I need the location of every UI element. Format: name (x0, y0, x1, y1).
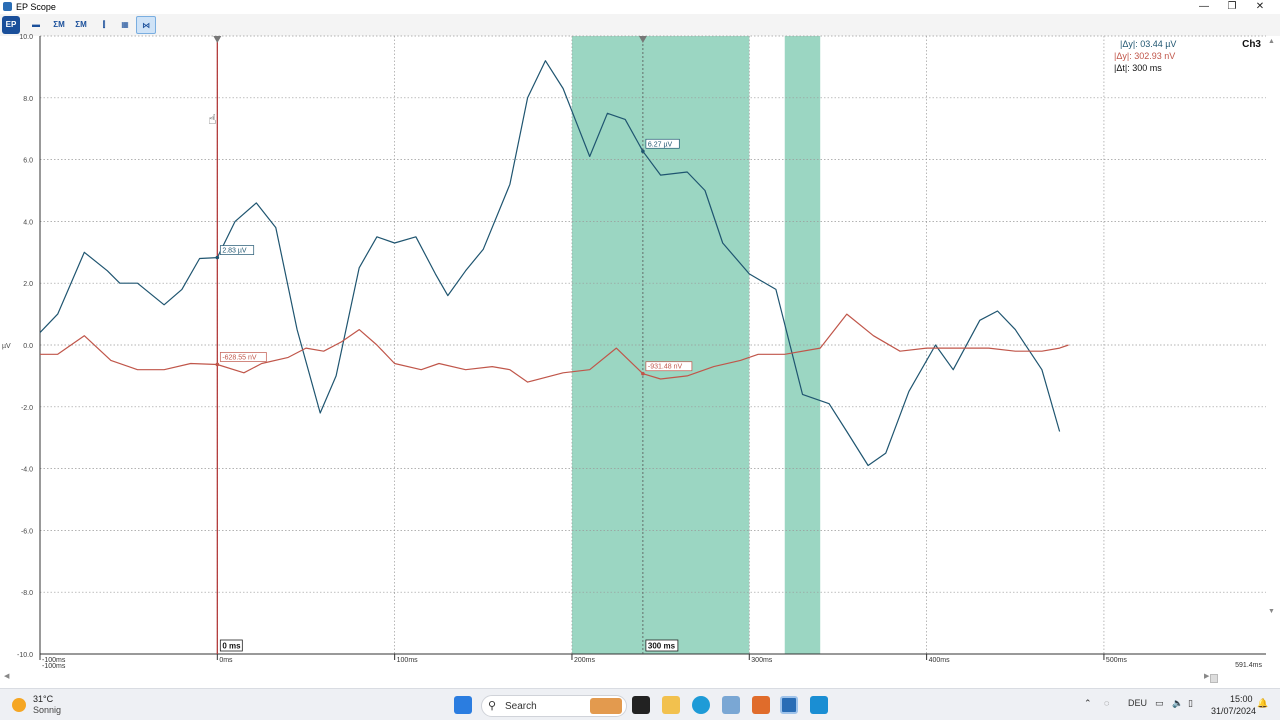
network-status-icon[interactable]: ◌ (1104, 698, 1109, 708)
y-tick-label: -4.0 (21, 467, 33, 474)
x-end-label: 591.4ms (1235, 662, 1262, 669)
x-tick-sublabel: -100ms (42, 663, 66, 670)
hand-pointer-icon: ☝ (208, 112, 217, 128)
y-tick-label: 8.0 (23, 96, 33, 103)
x-tick-label: 500ms (1106, 657, 1128, 664)
notepad-icon[interactable] (810, 696, 828, 714)
scroll-thumb[interactable] (1210, 674, 1218, 683)
ep-scope-taskbar-icon[interactable] (780, 696, 798, 714)
sun-icon[interactable] (12, 698, 26, 712)
y-tick-label: -6.0 (21, 528, 33, 535)
y-tick-label: 0.0 (23, 343, 33, 350)
y-tick-label: -8.0 (21, 590, 33, 597)
matlab-icon[interactable] (752, 696, 770, 714)
display-icon[interactable]: ▭ (1155, 698, 1164, 709)
ep-plot[interactable]: 10.0 8.0 6.0 4.0 2.0 0.0 -2.0 -4.0 -6.0 -8.0 -10.0… (0, 0, 1266, 672)
value-marker (215, 362, 220, 367)
search-input[interactable]: ⚲ Search (481, 695, 627, 717)
y-tick-label: 2.0 (23, 281, 33, 288)
task-view-icon[interactable] (632, 696, 650, 714)
x-tick-label: 200ms (574, 657, 596, 664)
vertical-scrollbar[interactable]: ▲ ▼ (1266, 36, 1280, 666)
x-tick-label: 400ms (929, 657, 951, 664)
scroll-right-icon[interactable]: ▶ (1204, 672, 1209, 680)
delta-y-ch1: |Δy|: 03.44 µV (1120, 39, 1176, 49)
value-label: 2.83 µV (222, 248, 247, 255)
language-indicator[interactable]: DEU (1128, 698, 1147, 708)
y-tick-label: 10.0 (19, 34, 33, 41)
notification-bell-icon[interactable]: 🔔 (1257, 698, 1268, 709)
search-icon: ⚲ (488, 700, 497, 712)
y-tick-label: -2.0 (21, 405, 33, 412)
value-marker (215, 255, 220, 260)
screenshot-tool-icon[interactable] (722, 696, 740, 714)
value-marker (641, 149, 645, 154)
series-line-1 (39, 60, 1061, 467)
search-label: Search (505, 701, 537, 712)
y-tick-label: 6.0 (23, 158, 33, 165)
scroll-up-icon[interactable]: ▲ (1268, 38, 1275, 45)
cursor-handle-icon (213, 36, 222, 43)
y-tick-label: 4.0 (23, 219, 33, 226)
delta-t: |Δt|: 300 ms (1114, 63, 1162, 73)
x-tick-label: 300ms (751, 657, 773, 664)
file-explorer-icon[interactable] (662, 696, 680, 714)
value-label: -628.55 nV (222, 354, 257, 361)
delta-y-ch2: |Δy|: 302.93 nV (1114, 51, 1175, 61)
taskbar: 31°C Sonnig ⚲ Search ⌃ ◌ DEU ▭ 🔈 ▯ 15:00… (0, 688, 1280, 720)
y-axis-label: µV (2, 343, 11, 350)
x-tick-label: 0ms (219, 657, 233, 664)
channel-label: Ch3 (1242, 39, 1261, 50)
weather-temperature[interactable]: 31°C (33, 694, 53, 704)
scroll-down-icon[interactable]: ▼ (1268, 608, 1275, 615)
weather-description[interactable]: Sonnig (33, 705, 61, 715)
clock-date[interactable]: 31/07/2024 (1211, 706, 1256, 716)
horizontal-scrollbar[interactable]: ◀ ▶ (0, 672, 1266, 684)
value-label: 6.27 µV (648, 141, 673, 148)
cursor-label: 0 ms (222, 642, 241, 651)
battery-icon[interactable]: ▯ (1188, 698, 1193, 709)
cursor-label: 300 ms (648, 642, 676, 651)
y-tick-label: -10.0 (17, 652, 33, 659)
edge-browser-icon[interactable] (692, 696, 710, 714)
chevron-up-icon[interactable]: ⌃ (1084, 698, 1092, 709)
x-tick-label: 100ms (397, 657, 419, 664)
value-label: -931.48 nV (648, 364, 683, 371)
clock-time[interactable]: 15:00 (1230, 694, 1253, 704)
start-icon[interactable] (454, 696, 472, 714)
volume-icon[interactable]: 🔈 (1172, 698, 1183, 709)
search-highlight-icon (590, 698, 622, 714)
scroll-left-icon[interactable]: ◀ (4, 672, 9, 680)
series-line-2 (40, 313, 1069, 383)
value-marker (641, 371, 645, 376)
